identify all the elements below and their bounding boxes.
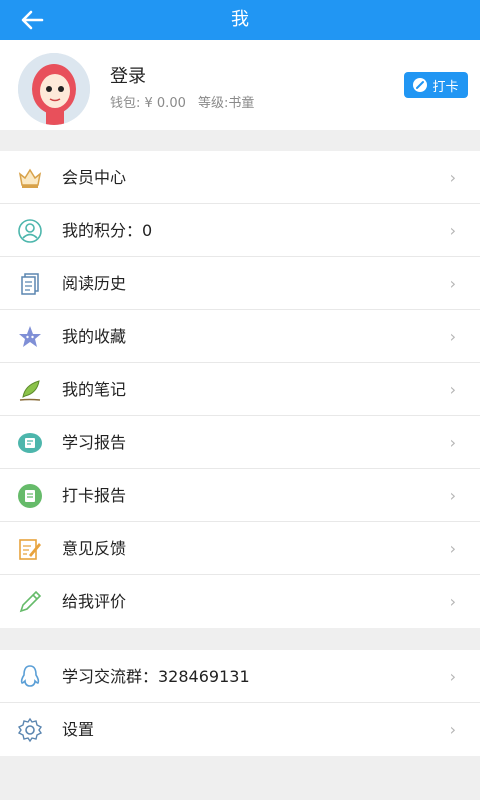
menu-item-study-group[interactable]: 学习交流群：328469131 ›: [0, 650, 480, 703]
menu-item-feedback[interactable]: 意见反馈 ›: [0, 522, 480, 575]
menu-item-checkin-report[interactable]: 打卡报告 ›: [0, 469, 480, 522]
menu-item-label: 我的收藏: [62, 327, 127, 346]
chevron-right-icon: ›: [449, 380, 456, 399]
menu-item-rate-us[interactable]: 给我评价 ›: [0, 575, 480, 628]
menu-item-label: 会员中心: [62, 168, 127, 187]
chevron-right-icon: ›: [449, 221, 456, 240]
chevron-right-icon: ›: [449, 274, 456, 293]
gear-icon: [17, 717, 43, 743]
user-circle-icon: [17, 218, 43, 244]
profile-meta: 钱包: ¥ 0.00 等级:书童: [110, 92, 262, 111]
chevron-right-icon: ›: [449, 433, 456, 452]
menu-item-member-center[interactable]: 会员中心 ›: [0, 151, 480, 204]
qq-penguin-icon: [17, 664, 43, 690]
menu-list: 会员中心 › 我的积分：0 › 阅读历史 › 我的收藏 › 我的笔记 › 学习报…: [0, 151, 480, 628]
top-bar: 我: [0, 0, 480, 40]
star-icon: [17, 324, 43, 350]
menu-item-label: 阅读历史: [62, 274, 127, 293]
menu-list-secondary: 学习交流群：328469131 › 设置 ›: [0, 650, 480, 756]
menu-item-favorites[interactable]: 我的收藏 ›: [0, 310, 480, 363]
page-title: 我: [231, 9, 249, 30]
checkin-label: 打卡: [432, 79, 459, 95]
menu-item-label: 打卡报告: [62, 486, 127, 505]
profile-card[interactable]: 登录 钱包: ¥ 0.00 等级:书童 打卡: [0, 40, 480, 130]
user-level: 等级:书童: [198, 96, 255, 111]
checkin-report-icon: [17, 483, 43, 509]
menu-item-settings[interactable]: 设置 ›: [0, 703, 480, 756]
chevron-right-icon: ›: [449, 486, 456, 505]
chevron-right-icon: ›: [449, 327, 456, 346]
menu-item-label: 设置: [62, 720, 95, 739]
menu-item-label: 我的积分：0: [62, 221, 153, 240]
wallet-balance: 钱包: ¥ 0.00: [110, 96, 186, 111]
history-docs-icon: [17, 271, 43, 297]
chevron-right-icon: ›: [449, 539, 456, 558]
avatar[interactable]: [18, 53, 90, 125]
chevron-right-icon: ›: [449, 720, 456, 739]
leaf-pen-icon: [17, 377, 43, 403]
cartoon-avatar-icon: [18, 53, 90, 125]
menu-item-label: 意见反馈: [62, 539, 127, 558]
menu-item-reading-history[interactable]: 阅读历史 ›: [0, 257, 480, 310]
menu-item-label: 给我评价: [62, 592, 127, 611]
pen-icon: [413, 78, 428, 92]
checkin-button[interactable]: 打卡: [404, 72, 468, 98]
menu-item-notes[interactable]: 我的笔记 ›: [0, 363, 480, 416]
report-bubble-icon: [17, 430, 43, 456]
crown-icon: [17, 165, 43, 191]
menu-item-label: 学习交流群：328469131: [62, 667, 250, 686]
menu-item-points[interactable]: 我的积分：0 ›: [0, 204, 480, 257]
menu-item-label: 我的笔记: [62, 380, 127, 399]
menu-item-label: 学习报告: [62, 433, 127, 452]
login-name[interactable]: 登录: [110, 62, 146, 88]
menu-item-study-report[interactable]: 学习报告 ›: [0, 416, 480, 469]
chevron-right-icon: ›: [449, 667, 456, 686]
chevron-right-icon: ›: [449, 592, 456, 611]
pencil-icon: [17, 589, 43, 615]
chevron-right-icon: ›: [449, 168, 456, 187]
feedback-edit-icon: [17, 536, 43, 562]
